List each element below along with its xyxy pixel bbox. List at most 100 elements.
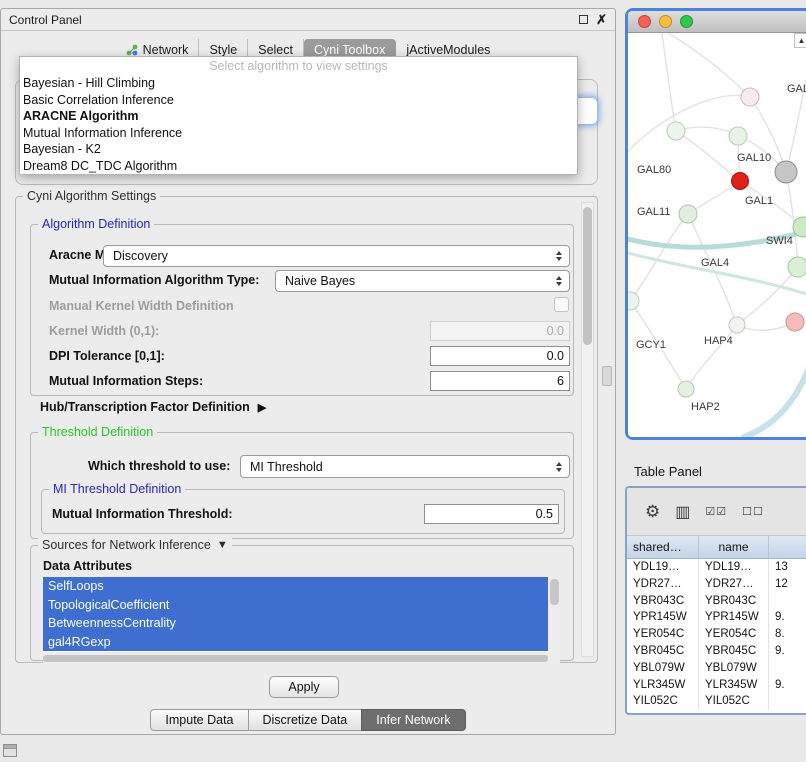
attribute-item[interactable]: BetweennessCentrality: [43, 614, 548, 633]
graph-node[interactable]: [729, 127, 747, 145]
column-header[interactable]: name: [699, 536, 769, 558]
desktop: Control Panel ✗ NetworkStyleSelectCyni T…: [0, 0, 806, 762]
table-row[interactable]: YBR045CYBR045C9.: [627, 643, 806, 660]
graph-node[interactable]: [788, 257, 806, 277]
panel-splitter-handle[interactable]: [602, 366, 612, 386]
table-cell: YDR27…: [627, 576, 699, 593]
graph-node[interactable]: [775, 161, 797, 183]
attribute-item[interactable]: gal4RGexp: [43, 633, 548, 652]
control-panel-window: Control Panel ✗ NetworkStyleSelectCyni T…: [0, 8, 616, 735]
table-body: YDL19…YDL19…13YDR27…YDR27…12YBR043CYBR04…: [627, 559, 806, 710]
algorithm-option[interactable]: Bayesian - K2: [20, 141, 577, 158]
float-window-icon[interactable]: [579, 15, 588, 24]
scroll-up-icon[interactable]: ▲: [794, 33, 806, 48]
graph-node-label: GAL: [787, 83, 806, 95]
bottom-tab-impute-data[interactable]: Impute Data: [150, 709, 248, 731]
column-header[interactable]: shared…: [627, 536, 699, 558]
settings-scrollbar-thumb[interactable]: [583, 207, 592, 345]
bottom-tab-infer-network[interactable]: Infer Network: [361, 709, 465, 731]
table-cell: 9.: [769, 643, 806, 660]
table-cell: [769, 660, 806, 677]
attributes-hscrollbar-thumb[interactable]: [43, 655, 548, 662]
checked-boxes-icon[interactable]: ☑☑: [705, 505, 727, 518]
manual-kernel-checkbox[interactable]: [554, 297, 569, 312]
graph-node[interactable]: [732, 173, 749, 190]
algorithm-option[interactable]: Dream8 DC_TDC Algorithm: [20, 158, 577, 175]
graph-node[interactable]: [729, 317, 745, 333]
aracne-mode-select[interactable]: Discovery: [103, 245, 570, 267]
attribute-item[interactable]: TopologicalCoefficient: [43, 596, 548, 615]
table-row[interactable]: YBR043CYBR043C: [627, 593, 806, 610]
kernel-width-input[interactable]: [430, 321, 570, 341]
graph-node[interactable]: [786, 313, 804, 331]
graph-node[interactable]: [741, 88, 759, 106]
attribute-item[interactable]: SelfLoops: [43, 577, 548, 596]
control-panel-titlebar[interactable]: Control Panel ✗: [1, 9, 615, 31]
hub-definition-toggle[interactable]: Hub/Transcription Factor Definition ▶: [40, 400, 266, 414]
settings-scrollbar[interactable]: [581, 202, 594, 657]
mi-threshold-group: MI Threshold Definition Mutual Informati…: [41, 489, 565, 534]
graph-node-label: GAL10: [737, 152, 771, 164]
window-title: Control Panel: [9, 13, 82, 27]
network-window-titlebar[interactable]: [628, 11, 806, 33]
table-row[interactable]: YER054CYER054C8.: [627, 626, 806, 643]
dpi-tolerance-input[interactable]: [430, 346, 570, 366]
tab-label: Style: [209, 43, 237, 57]
table-header[interactable]: shared…name: [627, 536, 806, 559]
graph-node[interactable]: [679, 205, 697, 223]
data-attributes-label: Data Attributes: [43, 559, 132, 573]
gear-icon[interactable]: ⚙: [645, 502, 660, 522]
algorithm-option[interactable]: ARACNE Algorithm: [20, 108, 577, 125]
graph-edge: [744, 365, 806, 437]
tab-label: Select: [258, 43, 293, 57]
table-row[interactable]: YDL19…YDL19…13: [627, 559, 806, 576]
column-header[interactable]: [769, 536, 806, 558]
graph-node[interactable]: [628, 292, 639, 310]
minimized-panel-icon[interactable]: [3, 744, 17, 757]
sources-group-title[interactable]: Sources for Network Inference ▼: [38, 538, 232, 552]
tab-label: Network: [143, 43, 189, 57]
columns-icon[interactable]: ▥: [675, 502, 690, 522]
attributes-hscrollbar[interactable]: [43, 654, 560, 663]
zoom-traffic-light[interactable]: [680, 15, 693, 28]
table-row[interactable]: YPR145WYPR145W9.: [627, 609, 806, 626]
unchecked-boxes-icon[interactable]: ☐☐: [742, 505, 764, 518]
graph-node-label: SWI4: [766, 235, 793, 247]
mi-threshold-input[interactable]: [424, 504, 559, 524]
algorithm-option[interactable]: Bayesian - Hill Climbing: [20, 75, 577, 92]
graph-node-label: GAL1: [745, 195, 773, 207]
table-row[interactable]: YDR27…YDR27…12: [627, 576, 806, 593]
which-threshold-select[interactable]: MI Threshold: [240, 455, 570, 478]
mi-type-label: Mutual Information Algorithm Type:: [49, 273, 259, 287]
table-cell: 9.: [769, 677, 806, 694]
table-row[interactable]: YBL079WYBL079W: [627, 660, 806, 677]
network-canvas[interactable]: GAL80GAL10GAL1GAL11SWI4GAL4GCY1HAP4HAP2G…: [628, 33, 806, 437]
table-cell: 12: [769, 576, 806, 593]
close-window-icon[interactable]: ✗: [596, 13, 607, 26]
table-row[interactable]: YIL052CYIL052C: [627, 693, 806, 710]
bottom-tab-discretize-data[interactable]: Discretize Data: [248, 709, 363, 731]
algorithm-option[interactable]: Basic Correlation Inference: [20, 92, 577, 109]
mi-type-select[interactable]: Naive Bayes: [275, 270, 570, 292]
mi-type-value: Naive Bayes: [285, 274, 550, 288]
attributes-scrollbar[interactable]: [548, 577, 560, 652]
minimize-traffic-light[interactable]: [659, 15, 672, 28]
close-traffic-light[interactable]: [638, 15, 651, 28]
table-cell: YIL052C: [699, 693, 769, 710]
network-graph[interactable]: GAL80GAL10GAL1GAL11SWI4GAL4GCY1HAP4HAP2G…: [628, 33, 806, 437]
graph-node[interactable]: [667, 122, 685, 140]
graph-node[interactable]: [678, 381, 694, 397]
sources-title-text: Sources for Network Inference: [42, 538, 211, 552]
dropdown-placeholder: Select algorithm to view settings: [20, 58, 577, 75]
attributes-scrollbar-thumb[interactable]: [550, 579, 559, 605]
table-cell: YER054C: [699, 626, 769, 643]
apply-button[interactable]: Apply: [269, 676, 339, 698]
table-row[interactable]: YLR345WYLR345W9.: [627, 677, 806, 694]
algorithm-option[interactable]: Mutual Information Inference: [20, 125, 577, 142]
mi-steps-input[interactable]: [430, 371, 570, 391]
table-cell: YIL052C: [627, 693, 699, 710]
mi-threshold-label: Mutual Information Threshold:: [52, 507, 233, 521]
kernel-width-label: Kernel Width (0,1):: [49, 324, 159, 338]
data-attributes-list[interactable]: SelfLoopsTopologicalCoefficientBetweenne…: [43, 577, 560, 652]
dpi-tolerance-label: DPI Tolerance [0,1]:: [49, 349, 165, 363]
